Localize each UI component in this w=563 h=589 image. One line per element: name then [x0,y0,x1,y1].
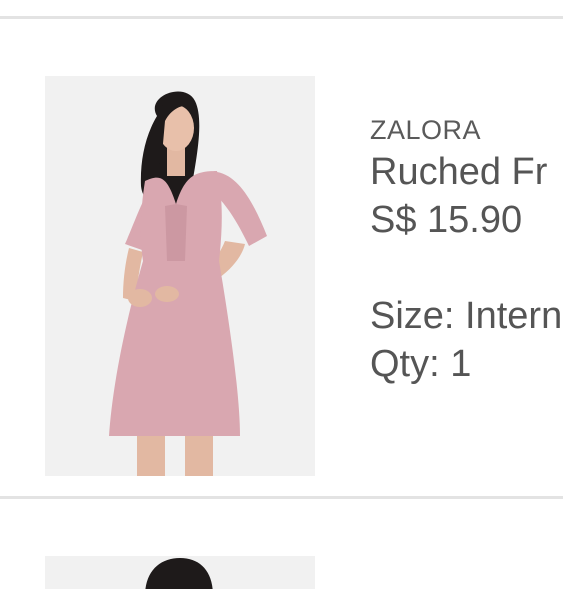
product-image[interactable] [45,76,315,476]
next-model-illustration [45,556,315,589]
dress-model-illustration [45,76,315,476]
product-details: ZALORA Ruched Fr S$ 15.90 Size: Intern Q… [370,110,563,388]
cart-page: ZALORA Ruched Fr S$ 15.90 Size: Intern Q… [0,0,563,589]
product-size: Size: Intern [370,295,563,337]
product-price: S$ 15.90 [370,199,523,241]
top-divider [0,16,563,19]
item-divider [0,496,563,499]
product-name[interactable]: Ruched Fr [370,150,563,194]
next-product-image[interactable] [45,556,315,589]
product-brand: ZALORA [370,115,482,145]
product-quantity: Qty: 1 [370,343,472,385]
